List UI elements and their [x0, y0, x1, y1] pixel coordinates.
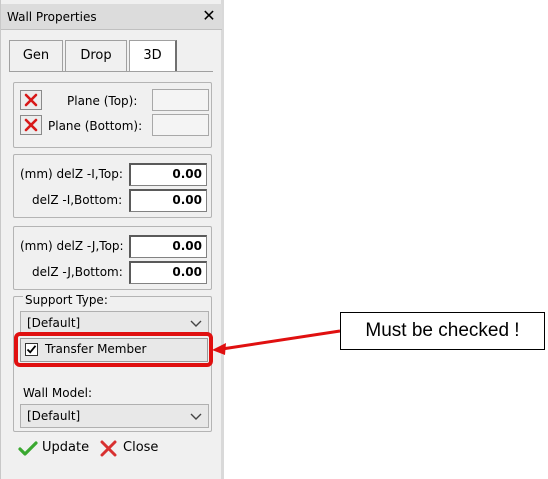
annotation-callout: Must be checked !: [340, 312, 545, 350]
annotation-arrow: [212, 329, 341, 355]
